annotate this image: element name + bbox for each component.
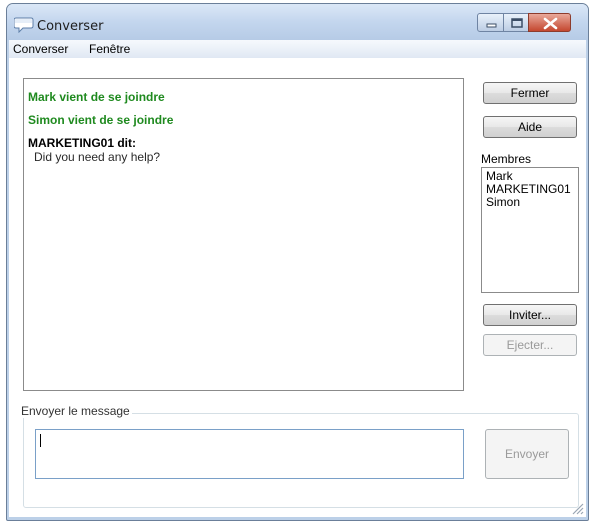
system-message: Simon vient de se joindre [28, 113, 174, 127]
invite-button[interactable]: Inviter... [483, 304, 577, 326]
members-list[interactable]: Mark MARKETING01 Simon [481, 167, 579, 293]
text-caret [40, 434, 41, 447]
maximize-icon [511, 18, 523, 28]
speaker-label: MARKETING01 dit: [28, 136, 136, 150]
help-button[interactable]: Aide [483, 116, 577, 138]
menu-bar: Converser Fenêtre [9, 40, 586, 58]
system-message: Mark vient de se joindre [28, 90, 165, 104]
maximize-button[interactable] [503, 13, 529, 32]
member-item[interactable]: Simon [486, 196, 574, 209]
chat-history[interactable]: Mark vient de se joindre Simon vient de … [23, 78, 464, 391]
members-label: Membres [481, 152, 532, 166]
conversation-window: Converser Converser Fenêtre Mark vient d… [6, 3, 589, 521]
compose-group-label: Envoyer le message [19, 404, 132, 418]
window-title: Converser [37, 19, 104, 34]
client-area: Converser Fenêtre Mark vient de se joind… [9, 40, 586, 517]
close-window-button[interactable] [528, 13, 571, 32]
menu-converser[interactable]: Converser [13, 42, 68, 56]
close-icon [543, 17, 558, 30]
chat-bubble-icon [14, 17, 34, 33]
chat-message: Did you need any help? [34, 150, 161, 164]
send-button[interactable]: Envoyer [485, 429, 569, 479]
title-bar[interactable]: Converser [7, 4, 588, 40]
message-input[interactable] [35, 429, 464, 479]
menu-fenetre[interactable]: Fenêtre [89, 42, 130, 56]
resize-grip-icon[interactable] [570, 501, 584, 515]
minimize-button[interactable] [477, 13, 504, 32]
minimize-icon [486, 23, 497, 28]
eject-button[interactable]: Ejecter... [483, 334, 577, 356]
close-button[interactable]: Fermer [483, 82, 577, 104]
